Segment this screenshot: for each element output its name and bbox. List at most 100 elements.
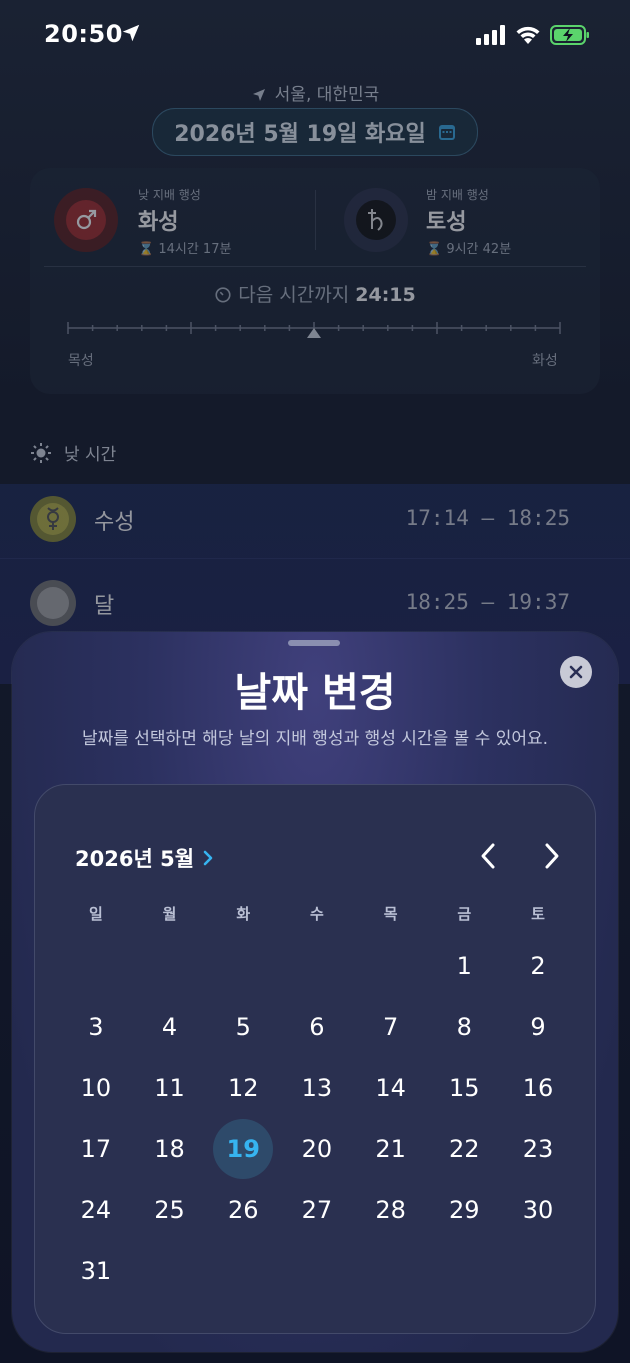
day-cell[interactable]: 30 — [501, 1179, 575, 1240]
day-cell[interactable]: 14 — [354, 1057, 428, 1118]
day-cell[interactable]: 11 — [133, 1057, 207, 1118]
day-number: 6 — [309, 1012, 325, 1041]
day-number: 9 — [530, 1012, 546, 1041]
day-cell[interactable]: 10 — [59, 1057, 133, 1118]
night-ruler-name: 토성 — [426, 210, 467, 235]
hour-row[interactable]: 수성 17:14 – 18:25 — [0, 484, 630, 556]
day-cell-selected[interactable]: 19 — [206, 1118, 280, 1179]
weekday-label: 월 — [162, 905, 177, 923]
sheet-title: 날짜 변경 — [234, 670, 396, 716]
weekday-label: 수 — [310, 905, 324, 923]
day-cell[interactable]: 29 — [427, 1179, 501, 1240]
day-number: 10 — [80, 1073, 112, 1102]
day-blank — [280, 935, 354, 996]
day-number: 25 — [154, 1195, 185, 1224]
timeline-end-label: 화성 — [532, 353, 558, 369]
day-number: 15 — [449, 1073, 480, 1102]
day-cell[interactable]: 20 — [280, 1118, 354, 1179]
ruler-card: 낮 지배 행성 화성 ⌛ 14시간 17분 밤 지배 행성 토성 ⌛ 9시간 4… — [30, 168, 600, 394]
day-cell[interactable]: 27 — [280, 1179, 354, 1240]
month-year-picker-button[interactable]: 2026년 5월 — [75, 843, 214, 873]
day-cell[interactable]: 31 — [59, 1240, 133, 1301]
night-ruler-planet — [344, 188, 408, 252]
day-cell[interactable]: 24 — [59, 1179, 133, 1240]
status-bar: 20:50 — [0, 0, 630, 72]
location-label: 서울, 대한민국 — [0, 80, 630, 105]
weekday-label: 금 — [457, 905, 472, 923]
day-cell[interactable]: 13 — [280, 1057, 354, 1118]
hour-planet-name: 달 — [94, 594, 115, 619]
calendar: 2026년 5월 일 월 화 수 목 금 토 1 2 3 4 5 6 7 8 9 10 11 12 13… — [34, 784, 596, 1334]
sheet-subtitle: 날짜를 선택하면 해당 날의 지배 행성과 행성 시간을 볼 수 있어요. — [81, 729, 549, 749]
day-cell[interactable]: 16 — [501, 1057, 575, 1118]
mercury-icon — [30, 496, 76, 542]
location-arrow-icon — [252, 89, 265, 101]
day-cell[interactable]: 12 — [206, 1057, 280, 1118]
saturn-icon — [356, 200, 396, 240]
day-number: 16 — [522, 1073, 554, 1102]
day-cell[interactable]: 23 — [501, 1118, 575, 1179]
day-cell[interactable]: 2 — [501, 935, 575, 996]
day-cell[interactable]: 9 — [501, 996, 575, 1057]
day-cell[interactable]: 28 — [354, 1179, 428, 1240]
row-divider — [0, 558, 630, 559]
day-cell[interactable]: 21 — [354, 1118, 428, 1179]
hour-row[interactable]: 달 18:25 – 19:37 — [0, 568, 630, 640]
day-ruler-caption: 낮 지배 행성 — [138, 188, 201, 202]
day-cell[interactable]: 8 — [427, 996, 501, 1057]
cellular-signal-icon — [476, 25, 505, 45]
day-number: 3 — [88, 1012, 104, 1041]
day-number: 31 — [80, 1256, 112, 1285]
timer-icon — [215, 287, 231, 303]
day-number: 8 — [456, 1012, 472, 1041]
day-number: 18 — [154, 1134, 185, 1163]
day-ruler-planet — [54, 188, 118, 252]
hour-time-range: 18:25 – 19:37 — [405, 590, 570, 614]
timeline-start-label: 목성 — [68, 353, 94, 369]
day-number: 30 — [522, 1195, 554, 1224]
weekday-label: 일 — [88, 905, 103, 923]
sheet-grabber[interactable] — [288, 640, 340, 646]
day-cell[interactable]: 6 — [280, 996, 354, 1057]
next-month-button[interactable] — [539, 841, 565, 871]
day-cell[interactable]: 1 — [427, 935, 501, 996]
day-number: 29 — [449, 1195, 480, 1224]
day-cell[interactable]: 22 — [427, 1118, 501, 1179]
previous-month-button[interactable] — [475, 841, 501, 871]
day-cell[interactable]: 7 — [354, 996, 428, 1057]
date-change-sheet: 날짜 변경 날짜를 선택하면 해당 날의 지배 행성과 행성 시간을 볼 수 있… — [12, 632, 618, 1352]
sun-icon — [31, 442, 51, 463]
wifi-icon — [516, 26, 540, 44]
day-number: 12 — [227, 1073, 259, 1102]
day-cell[interactable]: 17 — [59, 1118, 133, 1179]
chevron-right-icon — [203, 850, 213, 866]
night-ruler-caption: 밤 지배 행성 — [426, 188, 489, 202]
day-number: 20 — [301, 1134, 333, 1163]
weekday-label: 목 — [383, 905, 398, 923]
day-number: 28 — [375, 1195, 406, 1224]
date-picker-button[interactable]: 2026년 5월 19일 화요일 — [152, 108, 478, 156]
calendar-icon — [438, 125, 455, 140]
day-number: 14 — [375, 1073, 406, 1102]
day-number: 1 — [456, 951, 472, 980]
next-hour-countdown: 다음 시간까지 24:15 — [30, 280, 600, 307]
day-ruler-duration: ⌛ 14시간 17분 — [138, 242, 232, 257]
close-icon — [569, 665, 583, 679]
day-number: 7 — [382, 1012, 399, 1041]
day-cell[interactable]: 15 — [427, 1057, 501, 1118]
day-number: 4 — [161, 1012, 178, 1041]
day-cell[interactable]: 3 — [59, 996, 133, 1057]
day-number: 22 — [449, 1134, 480, 1163]
day-number: 21 — [375, 1134, 406, 1163]
day-cell[interactable]: 18 — [133, 1118, 207, 1179]
day-cell[interactable]: 4 — [133, 996, 207, 1057]
day-cell[interactable]: 26 — [206, 1179, 280, 1240]
day-cell[interactable]: 25 — [133, 1179, 207, 1240]
status-time: 20:50 — [44, 20, 123, 48]
day-cell[interactable]: 5 — [206, 996, 280, 1057]
close-button[interactable] — [560, 656, 592, 688]
day-number: 5 — [235, 1012, 251, 1041]
day-number: 26 — [227, 1195, 259, 1224]
moon-icon — [30, 580, 76, 626]
day-section-header: 낮 시간 — [30, 440, 116, 465]
